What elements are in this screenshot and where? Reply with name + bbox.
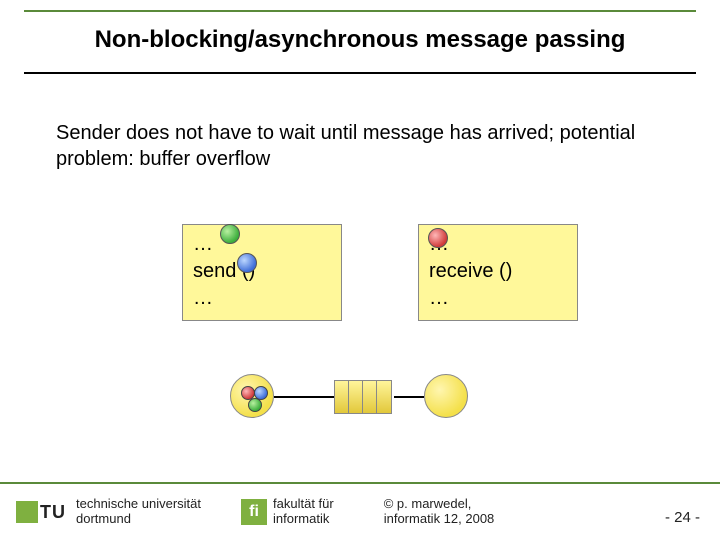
receiver-line1: … — [429, 231, 567, 258]
buffer-cell — [363, 381, 377, 413]
university-line2: dortmund — [76, 512, 201, 527]
sender-line3: … — [193, 285, 331, 312]
fi-badge-icon: fi — [241, 499, 267, 525]
faculty-logo: fi fakultät für informatik — [241, 497, 334, 527]
buffer-cell — [349, 381, 363, 413]
tu-logo-text: TU — [40, 502, 66, 523]
faculty-line2: informatik — [273, 512, 334, 527]
receiver-node-icon — [424, 374, 468, 418]
university-line1: technische universität — [76, 497, 201, 512]
message-ball-red-icon — [428, 228, 448, 248]
connector-line-left — [274, 396, 334, 398]
message-ball-green-icon — [220, 224, 240, 244]
page-number: - 24 - — [665, 509, 700, 526]
receiver-line2: receive () — [429, 258, 567, 285]
mini-ball-green-icon — [248, 398, 262, 412]
faculty-line1: fakultät für — [273, 497, 334, 512]
receiver-line3: … — [429, 285, 567, 312]
mini-ball-blue-icon — [254, 386, 268, 400]
slide-footer: TU technische universität dortmund fi fa… — [0, 482, 720, 540]
buffer-cell — [335, 381, 349, 413]
tu-logo-square-icon — [16, 501, 38, 523]
message-ball-blue-icon — [237, 253, 257, 273]
tu-logo: TU — [16, 501, 66, 523]
slide-title: Non-blocking/asynchronous message passin… — [0, 26, 720, 54]
title-divider — [24, 72, 696, 74]
buffer-queue-icon — [334, 380, 392, 414]
university-name: technische universität dortmund — [76, 497, 201, 527]
buffer-cell — [377, 381, 391, 413]
copyright-line1: © p. marwedel, — [384, 497, 495, 512]
sender-code-box: … send () … — [182, 224, 342, 321]
slide-body-text: Sender does not have to wait until messa… — [56, 120, 664, 172]
faculty-name: fakultät für informatik — [273, 497, 334, 527]
connector-line-right — [394, 396, 424, 398]
sender-line1: … — [193, 231, 331, 258]
top-divider — [24, 10, 696, 12]
buffer-diagram — [0, 366, 720, 426]
copyright-block: © p. marwedel, informatik 12, 2008 — [384, 497, 495, 527]
sender-line2: send () — [193, 258, 331, 285]
copyright-line2: informatik 12, 2008 — [384, 512, 495, 527]
